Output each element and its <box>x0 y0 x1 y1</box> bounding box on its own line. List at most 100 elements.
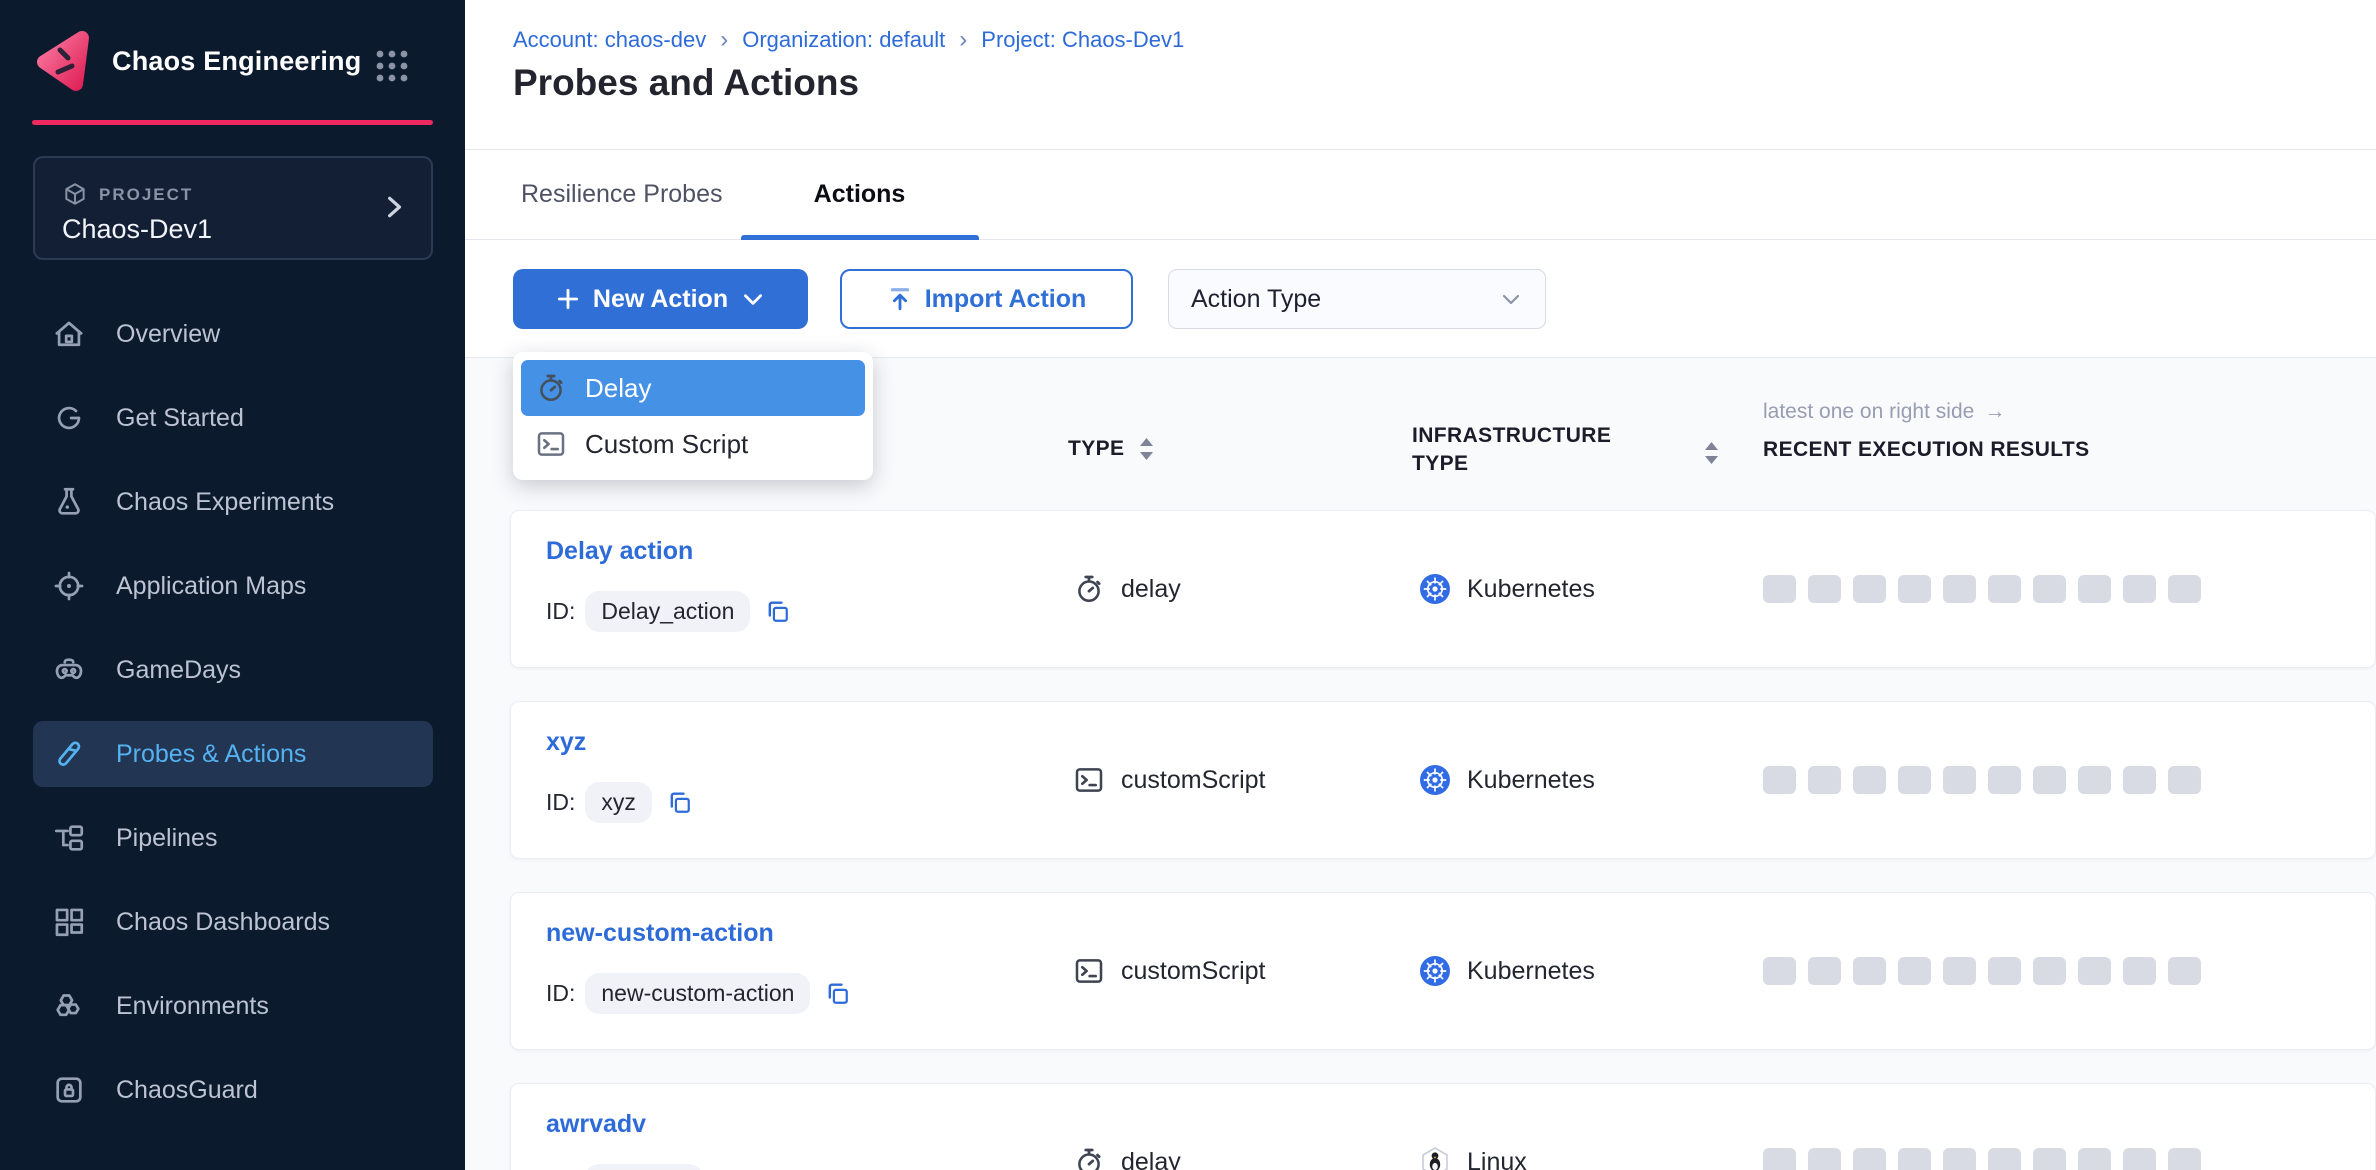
execution-result-placeholder <box>1943 766 1976 794</box>
new-action-button[interactable]: New Action <box>513 269 808 329</box>
copy-icon[interactable] <box>824 980 852 1008</box>
stopwatch-icon <box>535 372 567 404</box>
execution-result-placeholder <box>1943 575 1976 603</box>
tab-actions[interactable]: Actions <box>741 150 979 239</box>
recent-execution-results <box>1763 893 2201 1049</box>
execution-result-placeholder <box>2078 957 2111 985</box>
execution-result-placeholder <box>2168 957 2201 985</box>
execution-result-placeholder <box>1988 766 2021 794</box>
project-label: PROJECT <box>99 185 193 205</box>
table-row[interactable]: new-custom-actionID:new-custom-actioncus… <box>510 892 2376 1050</box>
execution-result-placeholder <box>1943 957 1976 985</box>
recent-execution-results <box>1763 702 2201 858</box>
app-title: Chaos Engineering <box>112 46 361 77</box>
cell-label: Kubernetes <box>1467 575 1595 604</box>
execution-result-placeholder <box>2123 575 2156 603</box>
sort-icon[interactable] <box>1703 440 1720 466</box>
pipeline-icon <box>52 821 86 855</box>
toolbar: New Action Import Action Action Type <box>465 240 2376 358</box>
sidebar-accent-divider <box>32 120 433 125</box>
linux-icon <box>1419 1146 1451 1170</box>
sidebar: Chaos Engineering PROJECT Chaos-Dev1 Ove… <box>0 0 465 1170</box>
cell-label: customScript <box>1121 957 1265 986</box>
sidebar-item-application-maps[interactable]: Application Maps <box>0 544 465 628</box>
breadcrumb: Account: chaos-dev › Organization: default… <box>513 26 1184 54</box>
home-icon <box>52 317 86 351</box>
action-type-select[interactable]: Action Type <box>1168 269 1546 329</box>
execution-result-placeholder <box>1763 1148 1796 1170</box>
type-cell: customScript <box>1073 893 1265 1049</box>
sidebar-item-chaos-experiments[interactable]: Chaos Experiments <box>0 460 465 544</box>
terminal-icon <box>535 428 567 460</box>
sidebar-item-chaosguard[interactable]: ChaosGuard <box>0 1048 465 1132</box>
execution-result-placeholder <box>1853 575 1886 603</box>
import-action-button[interactable]: Import Action <box>840 269 1133 329</box>
type-cell: customScript <box>1073 702 1265 858</box>
execution-result-placeholder <box>1898 957 1931 985</box>
breadcrumb-link[interactable]: Account: chaos-dev <box>513 27 706 53</box>
execution-result-placeholder <box>1853 766 1886 794</box>
menu-item-delay[interactable]: Delay <box>521 360 865 416</box>
id-value-chip: new-custom-action <box>585 973 810 1014</box>
menu-item-label: Delay <box>585 373 651 404</box>
execution-result-placeholder <box>1763 575 1796 603</box>
module-grid-icon[interactable] <box>374 48 410 84</box>
sidebar-item-pipelines[interactable]: Pipelines <box>0 796 465 880</box>
copy-icon[interactable] <box>764 598 792 626</box>
sidebar-item-gamedays[interactable]: GameDays <box>0 628 465 712</box>
cube-icon <box>62 181 88 207</box>
target-icon <box>52 569 86 603</box>
execution-result-placeholder <box>1763 766 1796 794</box>
table-rows: Delay actionID:Delay_actiondelayKubernet… <box>465 510 2376 1170</box>
chevron-right-icon <box>381 194 407 224</box>
sidebar-item-chaos-dashboards[interactable]: Chaos Dashboards <box>0 880 465 964</box>
type-cell: delay <box>1073 511 1181 667</box>
table-row[interactable]: xyzID:xyzcustomScriptKubernetes <box>510 701 2376 859</box>
breadcrumb-separator: › <box>720 26 728 54</box>
action-id: ID:new-custom-action <box>546 973 852 1014</box>
execution-result-placeholder <box>2123 1148 2156 1170</box>
breadcrumb-link[interactable]: Project: Chaos-Dev1 <box>981 27 1184 53</box>
sort-icon[interactable] <box>1138 436 1155 462</box>
execution-result-placeholder <box>1853 1148 1886 1170</box>
plus-icon <box>555 286 581 312</box>
table-row[interactable]: Delay actionID:Delay_actiondelayKubernet… <box>510 510 2376 668</box>
hexagons-icon <box>52 989 86 1023</box>
testtube-icon <box>52 737 86 771</box>
id-value-chip: awrvadv <box>585 1164 703 1170</box>
execution-result-placeholder <box>1763 957 1796 985</box>
tab-bar: Resilience ProbesActions <box>465 150 2376 240</box>
sidebar-item-probes-actions[interactable]: Probes & Actions <box>0 712 465 796</box>
menu-item-custom-script[interactable]: Custom Script <box>521 416 865 472</box>
progress-icon <box>52 401 86 435</box>
project-selector[interactable]: PROJECT Chaos-Dev1 <box>33 156 433 260</box>
recent-execution-results <box>1763 1084 2201 1170</box>
tab-resilience-probes[interactable]: Resilience Probes <box>513 150 731 239</box>
sidebar-item-environments[interactable]: Environments <box>0 964 465 1048</box>
page-header: Account: chaos-dev › Organization: default… <box>465 0 2376 150</box>
execution-result-placeholder <box>1898 766 1931 794</box>
action-name-link[interactable]: awrvadv <box>546 1110 646 1139</box>
execution-result-placeholder <box>2033 575 2066 603</box>
execution-result-placeholder <box>1988 957 2021 985</box>
harness-chaos-logo-icon <box>30 26 100 96</box>
copy-icon[interactable] <box>666 789 694 817</box>
action-name-link[interactable]: new-custom-action <box>546 919 774 948</box>
kubernetes-icon <box>1419 955 1451 987</box>
cell-label: Kubernetes <box>1467 957 1595 986</box>
execution-result-placeholder <box>1853 957 1886 985</box>
id-label: ID: <box>546 789 575 816</box>
cell-label: delay <box>1121 1148 1181 1170</box>
table-row[interactable]: awrvadvID:awrvadvdelayLinux <box>510 1083 2376 1170</box>
kubernetes-icon <box>1419 573 1451 605</box>
sidebar-item-overview[interactable]: Overview <box>0 292 465 376</box>
sidebar-item-get-started[interactable]: Get Started <box>0 376 465 460</box>
dashboard-icon <box>52 905 86 939</box>
column-header-type: TYPE <box>1068 436 1155 462</box>
chevron-down-icon <box>740 286 766 312</box>
stopwatch-icon <box>1073 573 1105 605</box>
action-name-link[interactable]: xyz <box>546 728 586 757</box>
action-name-link[interactable]: Delay action <box>546 537 693 566</box>
breadcrumb-link[interactable]: Organization: default <box>742 27 945 53</box>
main-area: Account: chaos-dev › Organization: default… <box>465 0 2376 1170</box>
